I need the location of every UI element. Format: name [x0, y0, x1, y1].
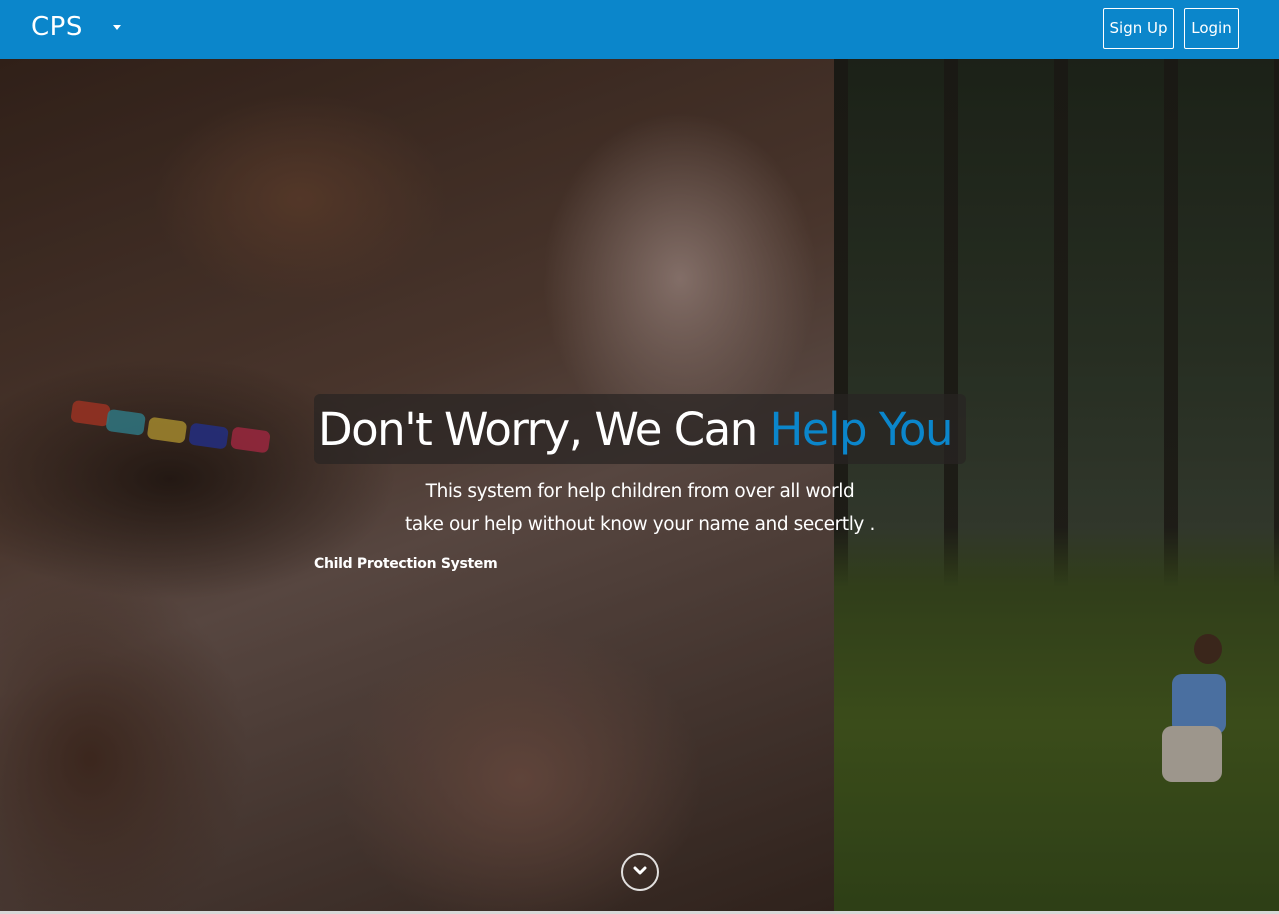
brand-logo[interactable]: CPS [31, 12, 83, 42]
running-child-figure [1150, 630, 1230, 800]
caret-down-icon[interactable] [113, 25, 121, 30]
hero-tagline: Child Protection System [314, 556, 498, 572]
hero-headline: Don't Worry, We Can Help You [318, 400, 966, 460]
sign-up-button[interactable]: Sign Up [1103, 8, 1174, 49]
top-navbar: CPS Sign Up Login [0, 0, 1279, 59]
subtext-line-2: take our help without know your name and… [405, 514, 875, 535]
login-button[interactable]: Login [1184, 8, 1239, 49]
headline-main-text: Don't Worry, We Can [318, 403, 770, 456]
chevron-down-icon [633, 866, 647, 875]
scroll-down-button[interactable] [621, 853, 659, 891]
subtext-line-1: This system for help children from over … [425, 481, 855, 502]
headline-accent-text: Help You [769, 403, 954, 456]
hero-subtext: This system for help children from over … [330, 475, 950, 541]
